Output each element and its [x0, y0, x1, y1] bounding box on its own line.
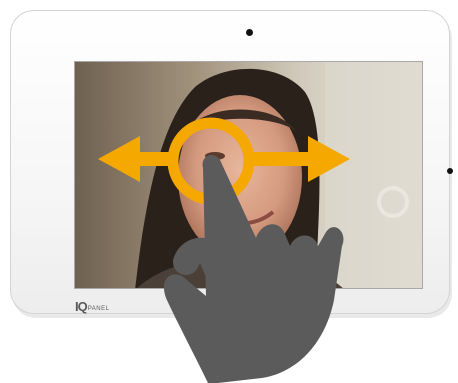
- logo-mark: IQ: [75, 299, 88, 314]
- sensor-dot: [447, 168, 453, 174]
- camera-lens: [246, 29, 253, 36]
- tablet-illustration: IQ PANEL: [0, 0, 458, 383]
- logo-word: PANEL: [87, 305, 110, 312]
- camera-image: [75, 62, 422, 288]
- iq-panel-logo: IQ PANEL: [75, 299, 109, 314]
- touchscreen-video-feed[interactable]: [74, 61, 423, 289]
- iq-panel-device: IQ PANEL: [10, 10, 453, 314]
